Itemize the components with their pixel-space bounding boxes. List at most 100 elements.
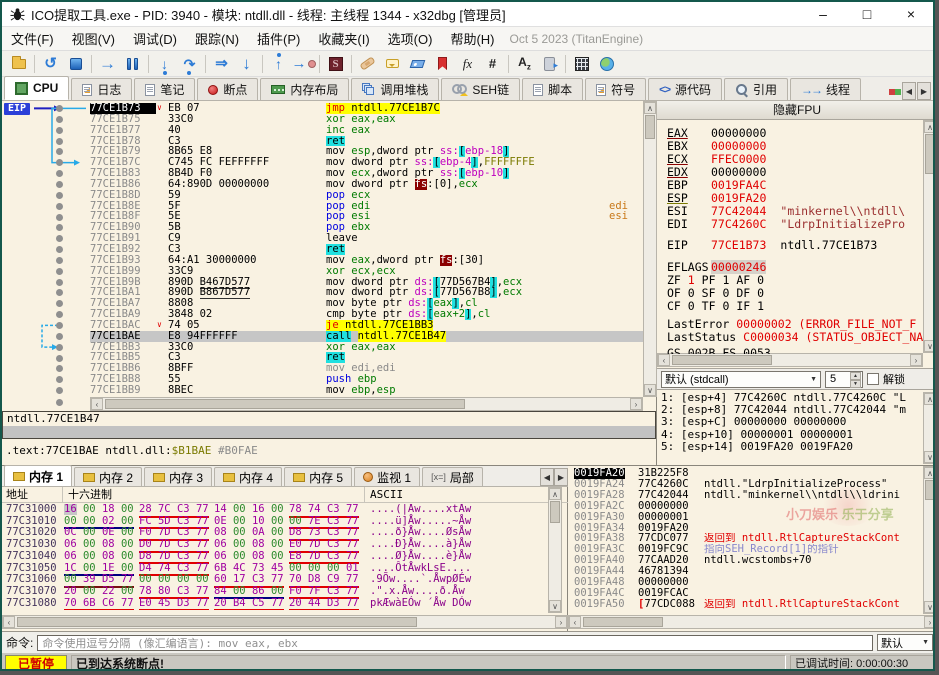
strings-button[interactable]: Az — [512, 53, 537, 75]
stop-button[interactable] — [63, 53, 88, 75]
dump-tab-scroll-left[interactable]: ◀ — [540, 468, 554, 486]
dump-tab-scroll-right[interactable]: ▶ — [554, 468, 568, 486]
dump-tab-局部[interactable]: [x=] 局部 — [422, 467, 483, 486]
close-button[interactable]: × — [889, 2, 933, 26]
stack-hscrollbar[interactable]: ‹ › — [568, 615, 933, 629]
bookmark-button[interactable] — [430, 53, 455, 75]
menu-item[interactable]: 收藏夹(I) — [309, 26, 378, 51]
tab-断点[interactable]: 断点 — [197, 78, 259, 100]
flags-row[interactable]: CF 0 TF 0 IF 1 — [667, 300, 764, 313]
tab-符号[interactable]: 符号 — [585, 78, 647, 100]
tab-seh链[interactable]: SEH链 — [441, 78, 521, 100]
run-until-user-button[interactable]: → — [291, 53, 316, 75]
label-button[interactable] — [405, 53, 430, 75]
disasm-hscrollbar[interactable]: ‹ › — [90, 397, 643, 411]
last-status-row[interactable]: LastStatus C0000034 (STATUS_OBJECT_NA — [667, 331, 923, 344]
argument-row[interactable]: 3: [esp+C] 00000000 00000000 — [661, 416, 846, 428]
run-button[interactable]: → — [95, 53, 120, 75]
breakpoint-dot[interactable] — [56, 180, 63, 188]
execute-till-return-button[interactable]: ⇒ — [209, 53, 234, 75]
tab-内存布局[interactable]: 内存布局 — [260, 78, 350, 100]
breakpoint-dot[interactable] — [56, 343, 63, 351]
menu-item[interactable]: 插件(P) — [248, 26, 309, 51]
step-over-button[interactable]: ↷ — [177, 53, 202, 75]
stack-vscrollbar[interactable]: ∧ ∨ — [923, 466, 933, 614]
settings-globe-button[interactable] — [594, 53, 619, 75]
menu-item[interactable]: 帮助(H) — [441, 26, 503, 51]
tab-调用堆栈[interactable]: 调用堆栈 — [351, 78, 440, 100]
disasm-vscrollbar[interactable]: ∧ ∨ — [643, 101, 657, 397]
dump-tab-监视1[interactable]: 监视 1 — [354, 467, 421, 486]
main-tab-row: CPU 日志 笔记 断点 内存布局 调用堆栈 SEH链 脚本 符号 <> 源代码 引用 →→ 线程 ◀ ▶ — [2, 76, 933, 101]
chip-icon — [271, 85, 286, 94]
restart-button[interactable]: ↺ — [38, 53, 63, 75]
dump-tab-内存4[interactable]: 内存 4 — [214, 467, 283, 486]
hash-button[interactable]: # — [480, 53, 505, 75]
disasm-gutter: EIP — [2, 101, 90, 406]
tab-引用[interactable]: 引用 — [724, 78, 789, 100]
tab-cpu[interactable]: CPU — [4, 76, 70, 100]
dump-tab-内存2[interactable]: 内存 2 — [74, 467, 143, 486]
step-out-button[interactable]: ↑ — [266, 53, 291, 75]
tab-笔记[interactable]: 笔记 — [134, 78, 196, 100]
dump-hscrollbar[interactable]: ‹ › — [2, 615, 568, 629]
menu-item[interactable]: 文件(F) — [2, 26, 63, 51]
breakpoint-dot[interactable] — [56, 202, 63, 210]
tab-脚本[interactable]: 脚本 — [522, 78, 584, 100]
argument-row[interactable]: 4: [esp+10] 00000001 00000001 — [661, 428, 853, 441]
dump-vscrollbar[interactable]: ∧ ∨ — [548, 487, 562, 613]
dump-tab-内存1[interactable]: 内存 1 — [4, 465, 73, 486]
function-button[interactable]: fx — [455, 53, 480, 75]
breakpoint-dot[interactable] — [56, 256, 63, 264]
breakpoint-dot[interactable] — [56, 398, 63, 406]
open-file-button[interactable] — [6, 53, 31, 75]
calculator-button[interactable] — [569, 53, 594, 75]
menu-item[interactable]: 视图(V) — [63, 26, 124, 51]
breakpoint-dot[interactable] — [56, 322, 63, 329]
breakpoint-dot[interactable] — [56, 246, 63, 254]
menu-item[interactable]: 调试(D) — [124, 26, 186, 51]
tab-scroll-left-button[interactable]: ◀ — [902, 82, 916, 100]
modules-button[interactable] — [537, 53, 562, 75]
breakpoint-dot[interactable] — [56, 126, 63, 134]
breakpoint-dot[interactable] — [56, 213, 63, 221]
registers-vscrollbar[interactable]: ∧ ∨ — [923, 120, 933, 353]
breakpoint-dot[interactable] — [56, 332, 63, 340]
command-input[interactable]: 命令使用逗号分隔 (像汇编语言): mov eax, ebx — [37, 634, 873, 651]
menu-item[interactable]: 跟踪(N) — [186, 26, 248, 51]
breakpoint-dot[interactable] — [56, 278, 63, 286]
breakpoint-dot[interactable] — [56, 137, 63, 145]
patch-button[interactable] — [355, 53, 380, 75]
calling-convention-select[interactable]: 默认 (stdcall) ▼ — [661, 370, 821, 388]
tab-日志[interactable]: 日志 — [71, 78, 133, 100]
hide-fpu-button[interactable]: 隐藏FPU — [657, 101, 933, 120]
register-row[interactable]: EIP 77CE1B73 ntdll.77CE1B73 — [667, 239, 877, 252]
menu-item[interactable]: 选项(O) — [379, 26, 442, 51]
argument-row[interactable]: 5: [esp+14] 0019FA20 0019FA20 — [661, 440, 853, 453]
tab-源代码[interactable]: <> 源代码 — [648, 78, 723, 100]
minimize-button[interactable]: – — [801, 2, 845, 26]
disasm-row[interactable]: 77CE1BB9 8BEC mov ebp,esp — [90, 384, 643, 396]
step-into-button[interactable]: ↓ — [152, 53, 177, 75]
command-profile-select[interactable]: 默认 ▼ — [877, 634, 933, 651]
dump-tab-内存3[interactable]: 内存 3 — [144, 467, 213, 486]
breakpoint-dot[interactable] — [56, 354, 63, 362]
breakpoint-dot[interactable] — [56, 191, 63, 199]
tab-scroll-right-button[interactable]: ▶ — [917, 82, 931, 100]
arg-count-spinner[interactable]: 5 ▲ ▼ — [825, 370, 863, 388]
args-vscrollbar[interactable]: ∧ ∨ — [923, 392, 933, 464]
tab-线程[interactable]: →→ 线程 — [790, 78, 862, 100]
comment-button[interactable] — [380, 53, 405, 75]
trace-record-button[interactable]: S — [323, 53, 348, 75]
breakpoint-dot[interactable] — [56, 105, 63, 112]
cpu-pane: EIP 77CE1B73 ∨ EB 07 jmp ntdll.77CE1B7C 77CE… — [2, 101, 933, 465]
breakpoint-dot[interactable] — [56, 267, 63, 275]
run-to-user-code-button[interactable]: ↓ — [234, 53, 259, 75]
register-row[interactable]: EDI 77C4260C "LdrpInitializePro — [667, 218, 905, 231]
breakpoint-dot[interactable] — [56, 115, 63, 123]
pause-button[interactable] — [120, 53, 145, 75]
registers-hscrollbar[interactable]: ‹ › — [657, 353, 923, 367]
dump-tab-内存5[interactable]: 内存 5 — [284, 467, 353, 486]
unlock-checkbox[interactable] — [867, 373, 879, 385]
maximize-button[interactable]: □ — [845, 2, 889, 26]
